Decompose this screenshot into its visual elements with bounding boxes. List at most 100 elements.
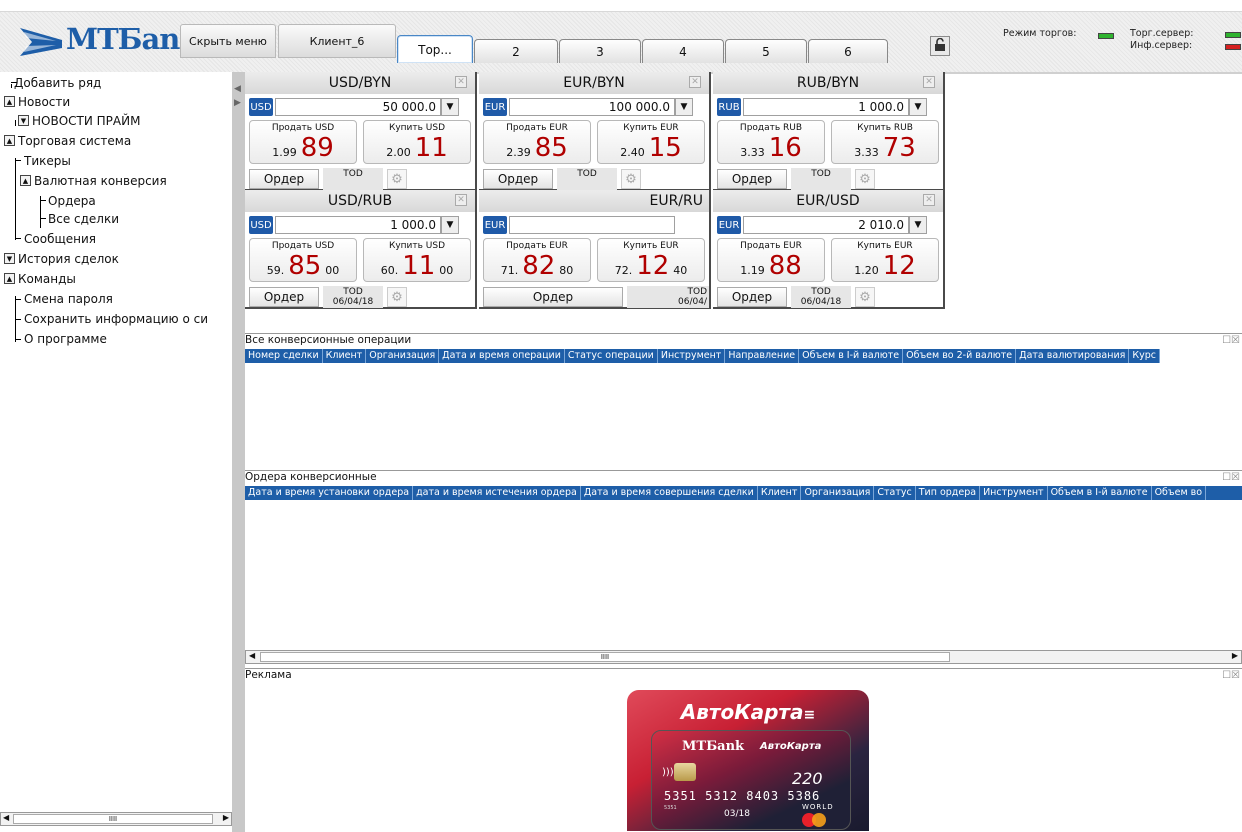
sidebar-horizontal-scrollbar[interactable]: ◀ IIII ▶: [0, 812, 232, 826]
currency-badge[interactable]: EUR: [483, 216, 507, 234]
settlement-tod[interactable]: TOD: [557, 168, 617, 190]
expand-icon[interactable]: ▼: [18, 115, 29, 126]
column-header[interactable]: Статус операции: [565, 349, 658, 363]
gear-icon[interactable]: ⚙: [855, 169, 875, 189]
collapse-icon[interactable]: ▲: [4, 135, 15, 146]
tree-tickers[interactable]: Тикеры: [24, 151, 71, 170]
sell-button[interactable]: Продать RUB 3.33 16: [717, 120, 825, 164]
column-header[interactable]: Организация: [366, 349, 440, 363]
amount-input[interactable]: 2 010.0: [743, 216, 909, 234]
column-header[interactable]: Клиент: [758, 486, 802, 500]
settlement-tod[interactable]: TOD 06/04/: [627, 286, 709, 308]
amount-input[interactable]: 1 000.0: [743, 98, 909, 116]
settlement-tod[interactable]: TOD 06/04/18: [791, 286, 851, 308]
settlement-tod[interactable]: TOD 06/04/18: [323, 286, 383, 308]
amount-input[interactable]: 1 000.0: [275, 216, 441, 234]
column-header[interactable]: Объем в I-й валюте: [799, 349, 904, 363]
close-icon[interactable]: ✕: [923, 76, 935, 88]
scroll-right-icon[interactable]: ▶: [1232, 651, 1238, 660]
sell-button[interactable]: Продать USD 59. 85 00: [249, 238, 357, 282]
buy-button[interactable]: Купить USD 60. 11 00: [363, 238, 471, 282]
currency-badge[interactable]: EUR: [717, 216, 741, 234]
tree-commands[interactable]: ▲ Команды: [4, 269, 76, 288]
buy-button[interactable]: Купить USD 2.00 11: [363, 120, 471, 164]
hide-menu-button[interactable]: Скрыть меню: [180, 24, 276, 58]
tab-3[interactable]: 3: [559, 39, 641, 63]
tree-all-deals[interactable]: Все сделки: [48, 209, 119, 228]
column-header[interactable]: Номер сделки: [245, 349, 323, 363]
currency-badge[interactable]: USD: [249, 216, 273, 234]
column-header[interactable]: Объем во: [1152, 486, 1207, 500]
tree-orders[interactable]: Ордера: [48, 191, 96, 210]
tab-2[interactable]: 2: [474, 39, 558, 63]
collapse-icon[interactable]: ▲: [4, 96, 15, 107]
collapse-left-icon[interactable]: ◀: [234, 84, 241, 94]
close-icon[interactable]: ✕: [689, 76, 701, 88]
tree-about[interactable]: О программе: [24, 329, 107, 348]
column-header[interactable]: Тип ордера: [916, 486, 981, 500]
tree-news[interactable]: ▲ Новости: [4, 92, 70, 111]
scroll-left-icon[interactable]: ◀: [249, 651, 255, 660]
column-header[interactable]: Дата и время совершения сделки: [581, 486, 758, 500]
scroll-left-icon[interactable]: ◀: [3, 813, 9, 822]
panel-window-icons[interactable]: ☐☒: [1222, 335, 1240, 346]
tree-prime-news[interactable]: ▼ НОВОСТИ ПРАЙМ: [18, 111, 140, 130]
column-header[interactable]: дата и время истечения ордера: [413, 486, 581, 500]
tree-add-row[interactable]: Добавить ряд: [14, 73, 101, 92]
tree-trading-system[interactable]: ▲ Торговая система: [4, 131, 131, 150]
column-header[interactable]: Дата валютирования: [1016, 349, 1130, 363]
chevron-down-icon[interactable]: ▼: [441, 216, 459, 234]
close-icon[interactable]: ✕: [455, 76, 467, 88]
column-header[interactable]: Клиент: [323, 349, 367, 363]
column-header[interactable]: Объем во 2-й валюте: [903, 349, 1017, 363]
tab-trading[interactable]: Тор...: [397, 35, 473, 63]
gear-icon[interactable]: ⚙: [621, 169, 641, 189]
chevron-down-icon[interactable]: ▼: [909, 98, 927, 116]
buy-button[interactable]: Купить RUB 3.33 73: [831, 120, 939, 164]
currency-badge[interactable]: RUB: [717, 98, 741, 116]
order-button[interactable]: Ордер: [249, 287, 319, 307]
tab-5[interactable]: 5: [725, 39, 807, 63]
tab-4[interactable]: 4: [642, 39, 724, 63]
tab-6[interactable]: 6: [808, 39, 888, 63]
column-header[interactable]: Инструмент: [658, 349, 726, 363]
column-header[interactable]: Дата и время операции: [439, 349, 565, 363]
column-header[interactable]: Курс: [1129, 349, 1160, 363]
panel-window-icons[interactable]: ☐☒: [1222, 472, 1240, 483]
client-button[interactable]: Клиент_6: [278, 24, 396, 58]
sell-button[interactable]: Продать USD 1.99 89: [249, 120, 357, 164]
column-header[interactable]: Статус: [874, 486, 916, 500]
sell-button[interactable]: Продать EUR 71. 82 80: [483, 238, 591, 282]
order-button[interactable]: Ордер: [483, 287, 623, 307]
chevron-down-icon[interactable]: ▼: [675, 98, 693, 116]
close-icon[interactable]: ✕: [455, 194, 467, 206]
collapse-icon[interactable]: ▲: [4, 273, 15, 284]
panel-window-icons[interactable]: ☐☒: [1222, 670, 1240, 681]
currency-badge[interactable]: EUR: [483, 98, 507, 116]
currency-badge[interactable]: USD: [249, 98, 273, 116]
orders-horizontal-scrollbar[interactable]: ◀ IIII ▶: [245, 650, 1242, 664]
close-icon[interactable]: ✕: [923, 194, 935, 206]
column-header[interactable]: Организация: [801, 486, 875, 500]
tree-change-password[interactable]: Смена пароля: [24, 289, 113, 308]
order-button[interactable]: Ордер: [249, 169, 319, 189]
gear-icon[interactable]: ⚙: [855, 287, 875, 307]
scroll-right-icon[interactable]: ▶: [223, 813, 229, 822]
buy-button[interactable]: Купить EUR 1.20 12: [831, 238, 939, 282]
chevron-down-icon[interactable]: ▼: [909, 216, 927, 234]
buy-button[interactable]: Купить EUR 2.40 15: [597, 120, 705, 164]
column-header[interactable]: Объем в I-й валюте: [1048, 486, 1152, 500]
buy-button[interactable]: Купить EUR 72. 12 40: [597, 238, 705, 282]
sidebar-splitter[interactable]: ◀ ▶: [232, 72, 245, 832]
gear-icon[interactable]: ⚙: [387, 169, 407, 189]
settlement-tod[interactable]: TOD: [323, 168, 383, 190]
collapse-icon[interactable]: ▲: [20, 175, 31, 186]
expand-right-icon[interactable]: ▶: [234, 98, 241, 108]
expand-icon[interactable]: ▼: [4, 253, 15, 264]
column-header[interactable]: Направление: [725, 349, 800, 363]
lock-button[interactable]: [930, 36, 950, 56]
ad-banner[interactable]: АвтоКарта≡ МТБank АвтоКарта ))) 220 5351…: [627, 690, 869, 831]
column-header[interactable]: Дата и время установки ордера: [245, 486, 414, 500]
order-button[interactable]: Ордер: [717, 287, 787, 307]
sell-button[interactable]: Продать EUR 1.19 88: [717, 238, 825, 282]
